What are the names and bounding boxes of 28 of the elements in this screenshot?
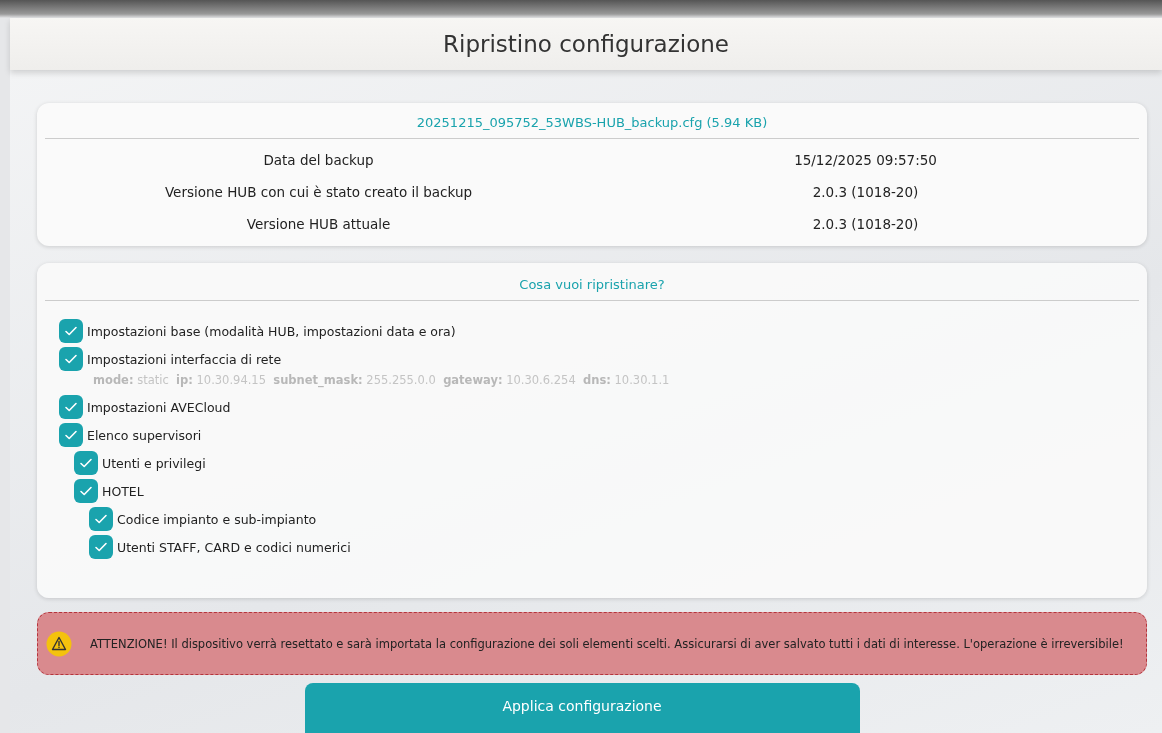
option-label: Impostazioni interfaccia di rete: [87, 351, 282, 367]
checkbox[interactable]: [89, 507, 113, 531]
option-label: Utenti STAFF, CARD e codici numerici: [117, 539, 351, 555]
option-label: Utenti e privilegi: [102, 455, 206, 471]
info-label: Data del backup: [262, 152, 375, 168]
section-title: Cosa vuoi ripristinare?: [45, 272, 1139, 301]
warning-message: ATTENZIONE! Il dispositivo verrà resettato e sarà importata la configurazione dei soli elementi scelti. Assicurarsi di aver salvato tutti i dati di interesse. L'operazione è irreversibile!: [90, 636, 1124, 651]
backup-file-name: 20251215_095752_53WBS-HUB_backup.cfg (5.94 KB): [45, 112, 1139, 139]
checkbox[interactable]: [59, 347, 83, 371]
checkbox[interactable]: [74, 451, 98, 475]
info-value: 15/12/2025 09:57:50: [793, 152, 938, 168]
info-value: 2.0.3 (1018-20): [811, 216, 920, 232]
option-label: Elenco supervisori: [87, 427, 202, 443]
checkbox[interactable]: [59, 423, 83, 447]
checkbox[interactable]: [59, 319, 83, 343]
checkbox[interactable]: [89, 535, 113, 559]
info-label: Versione HUB con cui è stato creato il backup: [163, 184, 474, 200]
option-label: Impostazioni AVECloud: [87, 399, 231, 415]
info-value: 2.0.3 (1018-20): [811, 184, 920, 200]
page-title: Ripristino configurazione: [443, 31, 729, 57]
warning-icon: [46, 630, 72, 657]
option-label: HOTEL: [102, 483, 144, 499]
info-label: Versione HUB attuale: [245, 216, 392, 232]
option-label: Impostazioni base (modalità HUB, impostazioni data e ora): [87, 323, 456, 339]
option-label: Codice impianto e sub-impianto: [117, 511, 317, 527]
apply-configuration-button[interactable]: Applica configurazione: [304, 683, 860, 733]
checkbox[interactable]: [59, 395, 83, 419]
checkbox[interactable]: [74, 479, 98, 503]
